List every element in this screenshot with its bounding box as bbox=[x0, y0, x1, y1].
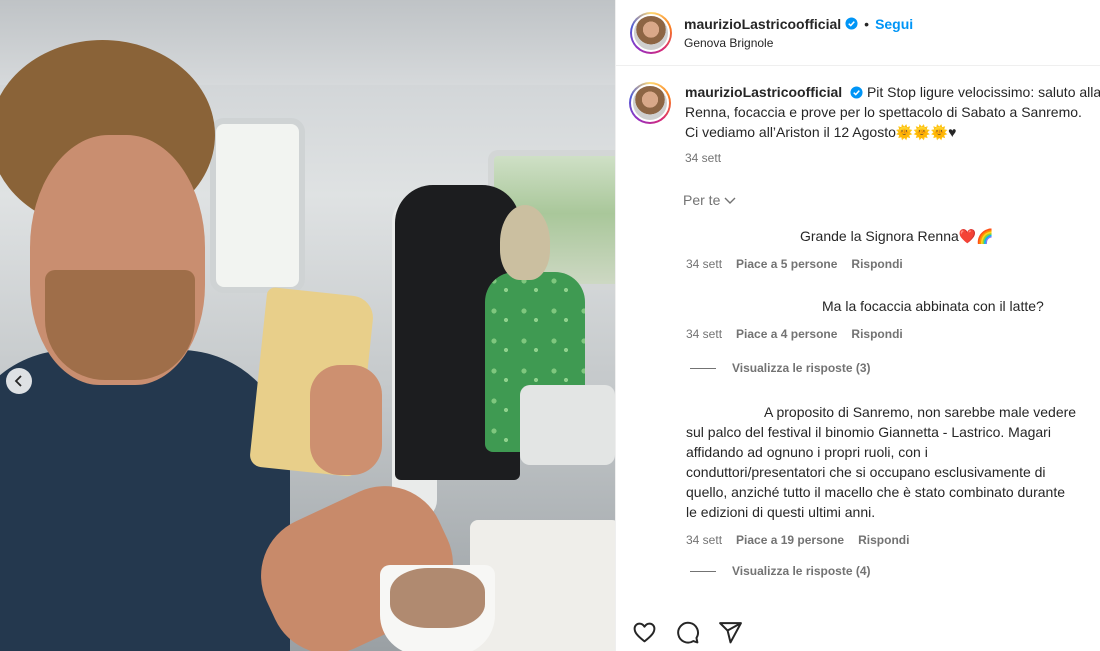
post-action-bar bbox=[632, 620, 743, 645]
author-username[interactable]: maurizioLastricoofficial bbox=[684, 16, 841, 32]
comment-reply-button[interactable]: Rispondi bbox=[851, 254, 902, 274]
man-beard bbox=[45, 270, 195, 380]
post-caption: maurizioLastricoofficial Pit Stop ligure… bbox=[629, 82, 1100, 168]
comment-line: A proposito di Sanremo, non sarebbe male… bbox=[764, 404, 1077, 420]
man-shirt bbox=[0, 350, 290, 651]
comment-sort-dropdown[interactable]: Per te bbox=[683, 192, 736, 208]
post-header: maurizioLastricoofficial • Segui Genova … bbox=[616, 0, 1100, 66]
comment-line: sul palco del festival il binomio Gianne… bbox=[686, 424, 1051, 440]
follow-button[interactable]: Segui bbox=[875, 16, 913, 32]
comment-timestamp[interactable]: 34 sett bbox=[686, 324, 722, 344]
comment-reply-button[interactable]: Rispondi bbox=[858, 530, 909, 550]
comment-text: Grande la Signora Renna❤️🌈 bbox=[800, 228, 994, 244]
author-avatar[interactable] bbox=[630, 11, 672, 54]
train-window bbox=[210, 118, 305, 293]
share-icon[interactable] bbox=[718, 620, 743, 645]
heart-icon[interactable] bbox=[632, 620, 657, 645]
post-location[interactable]: Genova Brignole bbox=[684, 36, 913, 50]
carousel-prev-button[interactable] bbox=[6, 368, 32, 394]
comment-timestamp[interactable]: 34 sett bbox=[686, 254, 722, 274]
caption-avatar[interactable] bbox=[629, 82, 671, 124]
replies-divider bbox=[690, 570, 716, 572]
armrest bbox=[520, 385, 615, 465]
comment-sort-label: Per te bbox=[683, 192, 721, 208]
caption-line-2: Renna, focaccia e prove per lo spettacol… bbox=[685, 104, 1082, 120]
comment-item: Ma la focaccia abbinata con il latte? 34… bbox=[686, 296, 1100, 344]
comment-line: conduttori/presentatori che si occupano … bbox=[686, 464, 1046, 480]
caption-timestamp[interactable]: 34 sett bbox=[685, 148, 1100, 168]
view-replies-label: Visualizza le risposte (3) bbox=[732, 361, 871, 375]
caption-line-1: Pit Stop ligure velocissimo: saluto alla bbox=[866, 84, 1100, 100]
view-replies-button[interactable]: Visualizza le risposte (4) bbox=[690, 564, 871, 578]
comment-timestamp[interactable]: 34 sett bbox=[686, 530, 722, 550]
caption-line-3: Ci vediamo all’Ariston il 12 Agosto🌞🌞🌞♥ bbox=[685, 124, 957, 140]
chevron-left-icon bbox=[14, 375, 22, 387]
view-replies-label: Visualizza le risposte (4) bbox=[732, 564, 871, 578]
verified-icon bbox=[850, 86, 863, 99]
comment-line: le edizioni di questi ultimi anni. bbox=[686, 504, 876, 520]
caption-username[interactable]: maurizioLastricoofficial bbox=[685, 84, 842, 100]
post-photo[interactable] bbox=[0, 0, 615, 651]
comment-item: Grande la Signora Renna❤️🌈 34 sett Piace… bbox=[686, 226, 1100, 274]
comment-line: affidando ad ognuno i propri ruoli, con … bbox=[686, 444, 928, 460]
comment-likes[interactable]: Piace a 5 persone bbox=[736, 254, 837, 274]
comment-text: Ma la focaccia abbinata con il latte? bbox=[822, 298, 1044, 314]
comment-line: quello, anziché tutto il macello che è s… bbox=[686, 484, 1066, 500]
verified-icon bbox=[845, 17, 858, 30]
separator-dot: • bbox=[864, 15, 870, 32]
man-hand bbox=[310, 365, 382, 475]
salad bbox=[390, 568, 485, 628]
view-replies-button[interactable]: Visualizza le risposte (3) bbox=[690, 361, 871, 375]
comment-item: A proposito di Sanremo, non sarebbe male… bbox=[686, 402, 1100, 550]
comment-likes[interactable]: Piace a 19 persone bbox=[736, 530, 844, 550]
comment-icon[interactable] bbox=[675, 620, 700, 645]
comment-reply-button[interactable]: Rispondi bbox=[851, 324, 902, 344]
comment-likes[interactable]: Piace a 4 persone bbox=[736, 324, 837, 344]
chevron-down-icon bbox=[724, 197, 736, 204]
passenger-hair bbox=[500, 205, 550, 280]
replies-divider bbox=[690, 367, 716, 369]
